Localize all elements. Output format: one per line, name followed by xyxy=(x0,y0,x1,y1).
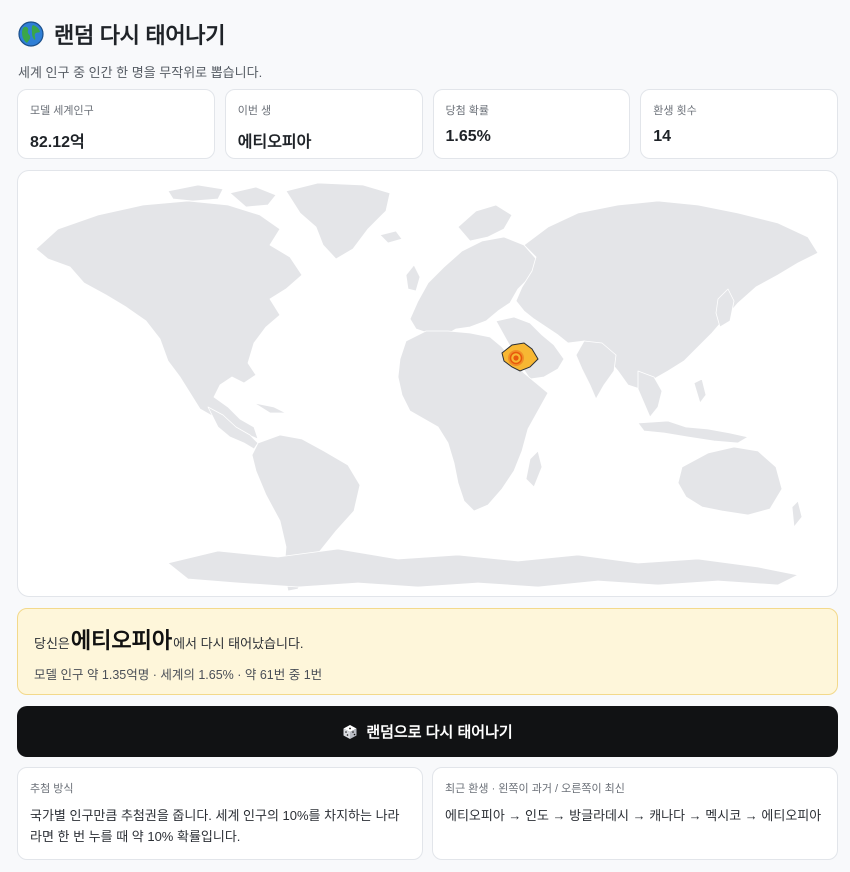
header: 랜덤 다시 태어나기 세계 인구 중 인간 한 명을 무작위로 뽑습니다. xyxy=(18,18,262,81)
madagascar xyxy=(525,450,543,488)
philippines xyxy=(693,378,707,404)
land-masses xyxy=(35,182,819,592)
stat-label: 모델 세계인구 xyxy=(30,105,94,117)
result-headline: 당신은 에티오피아 에서 다시 태어났습니다. xyxy=(34,623,821,655)
result-prefix: 당신은 xyxy=(34,636,70,651)
dice-icon xyxy=(343,724,357,739)
location-marker-icon xyxy=(513,355,519,361)
scandinavia xyxy=(457,204,513,242)
world-map-svg xyxy=(35,182,819,592)
page-subtitle: 세계 인구 중 인간 한 명을 무작위로 뽑습니다. xyxy=(18,65,263,80)
history-label: 최근 환생 · 왼쪽이 과거 / 오른쪽이 최신 xyxy=(445,783,625,795)
india xyxy=(575,340,617,400)
north-america xyxy=(35,200,303,440)
stat-value: 1.65% xyxy=(445,128,491,145)
stat-card-probability: 당첨 확률 1.65% xyxy=(432,89,631,159)
history-panel: 최근 환생 · 왼쪽이 과거 / 오른쪽이 최신 에티오피아 → 인도 → 방글… xyxy=(432,767,838,860)
stat-value: 82.12억 xyxy=(30,134,85,151)
arctic-islands-2 xyxy=(229,186,277,208)
result-suffix: 에서 다시 태어났습니다. xyxy=(173,636,304,651)
stat-card-rebirth-count: 환생 횟수 14 xyxy=(640,89,838,159)
title-row: 랜덤 다시 태어나기 xyxy=(18,18,262,50)
stat-label: 환생 횟수 xyxy=(653,105,697,117)
stat-label: 이번 생 xyxy=(237,105,272,117)
stats-row: 모델 세계인구 82.12억 이번 생 에티오피아 당첨 확률 1.65% 환생… xyxy=(17,89,838,159)
southeast-asia xyxy=(637,370,663,418)
arctic-islands xyxy=(167,184,224,202)
stat-label: 당첨 확률 xyxy=(445,105,490,117)
rebirth-button[interactable]: 랜덤으로 다시 태어나기 xyxy=(17,706,838,757)
australia xyxy=(677,446,783,516)
stat-value: 14 xyxy=(653,128,672,145)
cuba xyxy=(253,402,287,414)
result-detail: 모델 인구 약 1.35억명 · 세계의 1.65% · 약 61번 중 1번 xyxy=(34,668,323,682)
uk xyxy=(405,264,421,292)
indonesia xyxy=(637,420,749,444)
stat-card-this-life: 이번 생 에티오피아 xyxy=(224,89,423,159)
new-zealand xyxy=(791,500,803,528)
rebirth-button-label: 랜덤으로 다시 태어나기 xyxy=(366,724,513,741)
result-country: 에티오피아 xyxy=(70,628,173,653)
greenland xyxy=(285,182,391,260)
method-text: 국가별 인구만큼 추첨권을 줍니다. 세계 인구의 10%를 차지하는 나라라면… xyxy=(30,808,400,844)
method-label: 추첨 방식 xyxy=(30,783,74,795)
antarctica xyxy=(167,548,799,588)
result-panel: 당신은 에티오피아 에서 다시 태어났습니다. 모델 인구 약 1.35억명 ·… xyxy=(17,608,838,695)
stat-value: 에티오피아 xyxy=(237,134,312,151)
globe-icon xyxy=(18,21,44,47)
world-map[interactable] xyxy=(17,170,838,597)
iceland xyxy=(379,230,403,244)
stat-card-world-population: 모델 세계인구 82.12억 xyxy=(17,89,215,159)
page-title: 랜덤 다시 태어나기 xyxy=(54,23,226,48)
method-panel: 추첨 방식 국가별 인구만큼 추첨권을 줍니다. 세계 인구의 10%를 차지하… xyxy=(17,767,423,860)
history-text: 에티오피아 → 인도 → 방글라데시 → 캐나다 → 멕시코 → 에티오피아 xyxy=(445,808,822,823)
